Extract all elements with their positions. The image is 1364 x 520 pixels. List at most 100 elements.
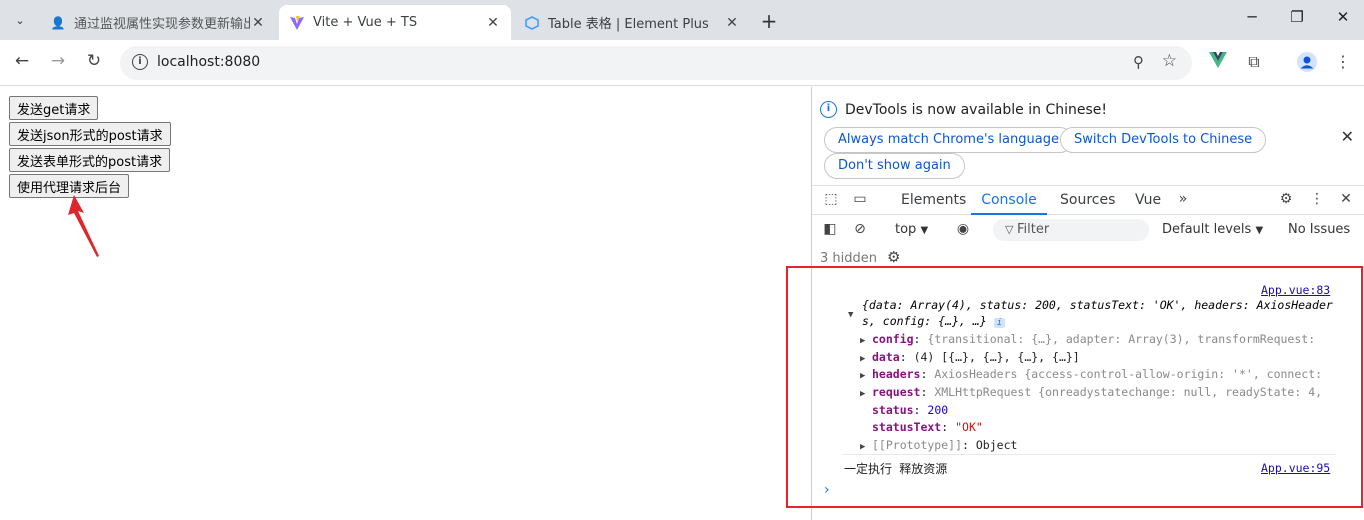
tab-sources[interactable]: Sources (1060, 186, 1115, 215)
forward-arrow-icon[interactable]: → (46, 51, 70, 75)
prop-headers[interactable]: ▶ headers: AxiosHeaders {access-control-a… (860, 367, 1322, 381)
new-tab-plus-icon[interactable]: + (758, 9, 780, 33)
address-bar[interactable]: i localhost:8080 ⚲ ☆ (120, 46, 1192, 80)
prop-value: "OK" (955, 420, 983, 434)
filter-icon: ▽ (1005, 223, 1017, 236)
window-close-icon[interactable]: ✕ (1331, 8, 1355, 26)
tab-console[interactable]: Console (971, 186, 1047, 215)
devtools-language-banner: i DevTools is now available in Chinese! (820, 101, 1107, 118)
expand-triangle-icon[interactable]: ▶ (860, 389, 872, 399)
restore-icon[interactable]: ❐ (1285, 8, 1309, 26)
log-levels-dropdown[interactable]: Default levels ▼ (1162, 222, 1263, 237)
close-devtools-icon[interactable]: ✕ (1336, 191, 1356, 207)
prop-value: {transitional: {…}, adapter: Array(3), t… (927, 332, 1316, 346)
prop-key: headers (872, 367, 921, 381)
close-icon[interactable]: ✕ (724, 15, 740, 31)
context-value: top (895, 222, 917, 237)
chrome-menu-icon[interactable]: ⋮ (1332, 52, 1354, 71)
source-link-app-vue-83[interactable]: App.vue:83 (1261, 283, 1330, 297)
browser-tab-1[interactable]: 👤 通过监视属性实现参数更新输出 ✕ (40, 5, 276, 40)
browser-tab-bar: ⌄ 👤 通过监视属性实现参数更新输出 ✕ Vite + Vue + TS ✕ T… (0, 0, 1364, 40)
prop-key: config (872, 332, 914, 346)
prop-request[interactable]: ▶ request: XMLHttpRequest {onreadystatech… (860, 385, 1322, 399)
minimize-icon[interactable]: ─ (1240, 8, 1264, 26)
tab-title: Vite + Vue + TS (313, 15, 418, 30)
prop-value: XMLHttpRequest {onreadystatechange: null… (934, 385, 1323, 399)
prop-config[interactable]: ▶ config: {transitional: {…}, adapter: Ar… (860, 332, 1315, 346)
tab-elements[interactable]: Elements (901, 186, 966, 215)
expand-triangle-icon[interactable]: ▶ (860, 354, 872, 364)
devtools-tabs: ⬚ ▭ Elements Console Sources Vue » ⚙ ⋮ ✕ (812, 185, 1364, 215)
close-icon[interactable]: ✕ (250, 15, 266, 31)
info-icon: i (820, 101, 837, 118)
console-settings-gear-icon[interactable]: ⚙ (887, 248, 900, 266)
summary-text: {data: Array(4), status: 200, statusText… (862, 298, 1333, 312)
dont-show-again-button[interactable]: Don't show again (824, 153, 965, 179)
bookmark-star-icon[interactable]: ☆ (1162, 51, 1177, 71)
levels-value: Default levels (1162, 222, 1252, 237)
prop-value: (4) [{…}, {…}, {…}, {…}] (913, 350, 1080, 364)
prop-data[interactable]: ▶ data: (4) [{…}, {…}, {…}, {…}] (860, 350, 1080, 364)
prop-key: [[Prototype]] (872, 438, 963, 452)
collapse-triangle-icon[interactable]: ▼ (848, 310, 860, 320)
highlighted-console-log: App.vue:83 {data: Array(4), status: 200,… (786, 266, 1363, 508)
console-prompt-chevron-icon[interactable]: › (824, 482, 830, 498)
prop-key: request (872, 385, 921, 399)
red-arrow-annotation (68, 195, 99, 257)
prop-key: statusText (872, 420, 942, 434)
console-filter-input[interactable]: ▽ Filter (993, 219, 1149, 241)
tab-title: 通过监视属性实现参数更新输出 (74, 17, 250, 32)
issues-counter[interactable]: No Issues (1288, 222, 1350, 237)
more-tabs-chevron-icon[interactable]: » (1173, 191, 1193, 207)
source-link-app-vue-95[interactable]: App.vue:95 (1261, 461, 1330, 475)
devtools-menu-icon[interactable]: ⋮ (1307, 191, 1327, 207)
send-form-post-button[interactable]: 发送表单形式的post请求 (9, 148, 171, 172)
page-content: 发送get请求 发送json形式的post请求 发送表单形式的post请求 使用… (0, 87, 811, 520)
info-badge-icon[interactable]: i (993, 318, 1005, 328)
browser-tab-2[interactable]: Vite + Vue + TS ✕ (279, 5, 511, 40)
prop-status: status: 200 (872, 403, 949, 417)
hidden-messages-row: 3 hidden ⚙ (820, 248, 900, 266)
vite-logo-icon (289, 15, 305, 31)
site-info-icon[interactable]: i (132, 54, 148, 70)
element-plus-favicon-icon (524, 15, 540, 31)
close-banner-icon[interactable]: ✕ (1341, 127, 1354, 146)
reload-icon[interactable]: ↻ (82, 51, 106, 75)
prop-status-text: statusText: "OK" (872, 420, 983, 434)
zoom-icon[interactable]: ⚲ (1133, 53, 1144, 71)
profile-avatar-icon[interactable] (1296, 52, 1318, 76)
prop-value: AxiosHeaders {access-control-allow-origi… (934, 367, 1323, 381)
browser-tab-3[interactable]: Table 表格 | Element Plus ✕ (514, 5, 750, 40)
user-avatar-favicon-icon: 👤 (50, 15, 66, 30)
prop-prototype[interactable]: ▶ [[Prototype]]: Object (860, 438, 1017, 452)
sidebar-toggle-icon[interactable]: ◧ (820, 221, 840, 237)
banner-text: DevTools is now available in Chinese! (845, 101, 1107, 118)
hidden-count: 3 hidden (820, 251, 877, 266)
clear-console-icon[interactable]: ⊘ (850, 221, 870, 237)
object-summary-line1[interactable]: {data: Array(4), status: 200, statusText… (862, 298, 1333, 312)
extensions-puzzle-icon[interactable]: ⧉ (1243, 52, 1265, 72)
filter-placeholder: Filter (1016, 222, 1050, 237)
context-selector[interactable]: top ▼ (895, 222, 928, 237)
object-summary-line2: s, config: {…}, …} i (862, 314, 1005, 328)
match-language-button[interactable]: Always match Chrome's language (824, 127, 1073, 153)
send-get-button[interactable]: 发送get请求 (9, 96, 99, 120)
back-arrow-icon[interactable]: ← (10, 51, 34, 75)
url-text[interactable]: localhost:8080 (157, 54, 260, 70)
inspect-element-icon[interactable]: ⬚ (821, 191, 841, 207)
settings-gear-icon[interactable]: ⚙ (1276, 191, 1296, 207)
expand-triangle-icon[interactable]: ▶ (860, 442, 872, 452)
tab-vue[interactable]: Vue (1135, 186, 1161, 215)
prop-key: data (872, 350, 900, 364)
tab-search-icon[interactable]: ⌄ (8, 8, 32, 32)
expand-triangle-icon[interactable]: ▶ (860, 336, 872, 346)
close-icon[interactable]: ✕ (485, 15, 501, 31)
expand-triangle-icon[interactable]: ▶ (860, 371, 872, 381)
prop-value: Object (975, 438, 1018, 452)
dropdown-arrow-icon: ▼ (1255, 225, 1264, 236)
switch-chinese-button[interactable]: Switch DevTools to Chinese (1060, 127, 1267, 153)
vue-devtools-extension-icon[interactable] (1207, 52, 1229, 72)
live-expression-eye-icon[interactable]: ◉ (953, 221, 973, 237)
send-json-post-button[interactable]: 发送json形式的post请求 (9, 122, 171, 146)
device-toolbar-icon[interactable]: ▭ (850, 191, 870, 207)
